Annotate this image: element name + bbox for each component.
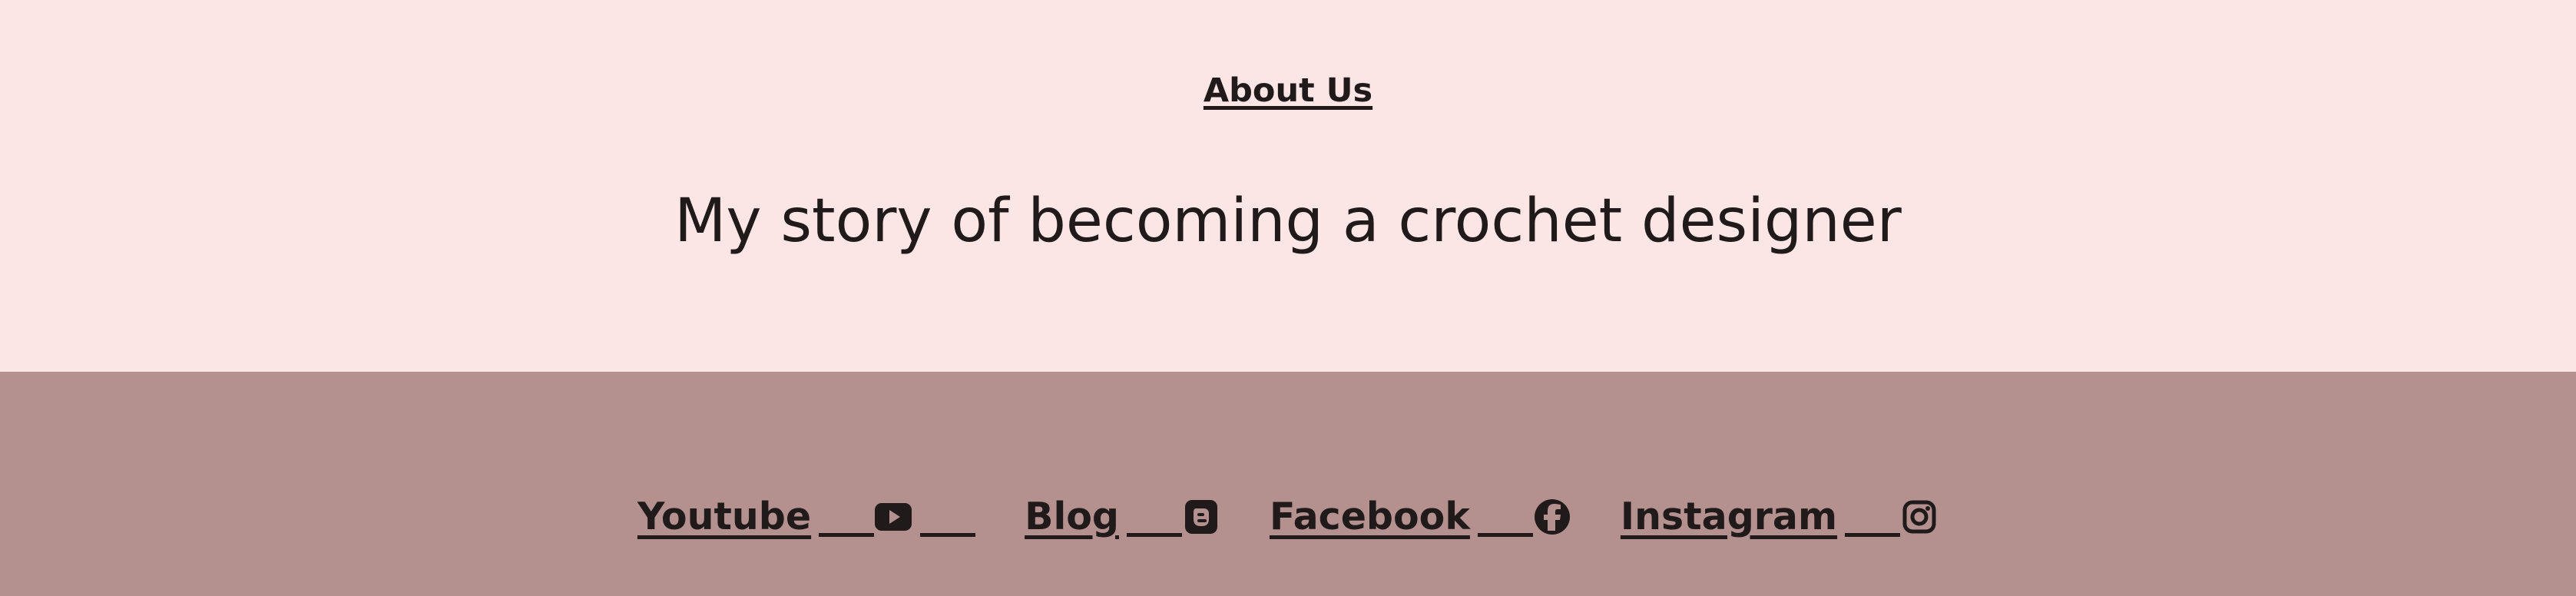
about-section: About Us My story of becoming a crochet …: [0, 0, 2576, 372]
about-us-link[interactable]: About Us: [0, 66, 2576, 115]
instagram-underline-spacer: [1845, 532, 1901, 537]
blogger-icon: [1182, 498, 1220, 536]
blog-label: Blog: [1025, 495, 1119, 538]
facebook-icon: [1533, 498, 1571, 536]
social-links: Youtube Blog Facebook Instagram: [0, 489, 2576, 545]
instagram-link[interactable]: Instagram: [1621, 489, 1939, 545]
youtube-trailing-underline: [920, 532, 976, 537]
blog-underline-spacer: [1126, 532, 1182, 537]
youtube-icon: [874, 498, 912, 536]
facebook-link[interactable]: Facebook: [1270, 489, 1571, 545]
youtube-link[interactable]: Youtube: [637, 489, 976, 545]
instagram-icon: [1900, 498, 1939, 536]
facebook-underline-spacer: [1477, 532, 1533, 537]
instagram-label: Instagram: [1620, 495, 1838, 538]
blog-link[interactable]: Blog: [1025, 489, 1220, 545]
youtube-label: Youtube: [637, 495, 812, 538]
social-footer: Youtube Blog Facebook Instagram: [0, 372, 2576, 596]
about-headline: My story of becoming a crochet designer: [674, 187, 1902, 257]
youtube-underline-spacer: [819, 532, 875, 537]
facebook-label: Facebook: [1269, 495, 1470, 538]
